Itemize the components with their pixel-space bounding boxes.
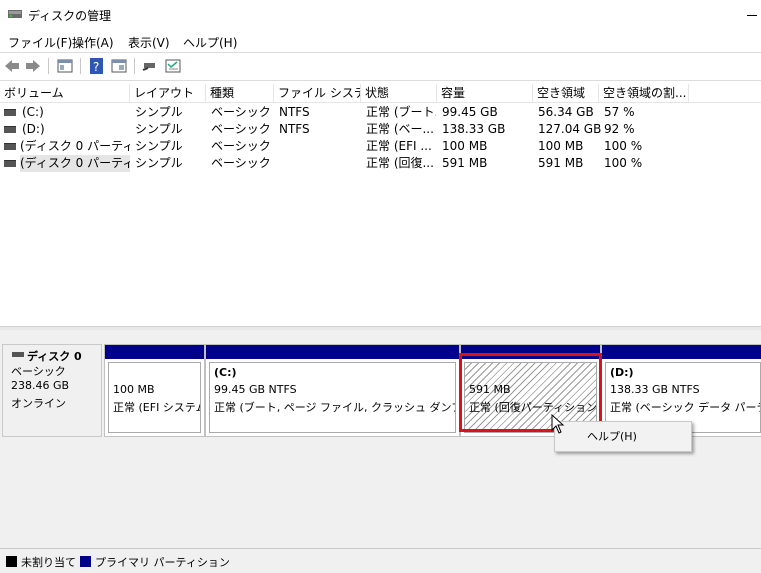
table-row[interactable]: (C:) シンプル ベーシック NTFS 正常 (ブート... 99.45 GB… [0, 104, 761, 121]
col-capacity[interactable]: 容量 [437, 84, 533, 102]
context-menu-help[interactable]: ヘルプ(H) [587, 428, 637, 444]
list-header: ボリューム レイアウト 種類 ファイル システム 状態 容量 空き領域 空き領域… [0, 84, 761, 103]
legend-unallocated: 未割り当て [21, 556, 76, 569]
legend-primary: プライマリ パーティション [95, 556, 230, 569]
disk-size: 238.46 GB [11, 379, 70, 392]
disk-name: ディスク 0 [27, 350, 82, 363]
mouse-cursor-icon [551, 414, 565, 434]
primary-swatch [80, 556, 91, 567]
legend-bar: 未割り当て プライマリ パーティション [0, 548, 761, 573]
menu-bar: ファイル(F) 操作(A) 表示(V) ヘルプ(H) [0, 30, 761, 53]
context-menu: ヘルプ(H) [554, 421, 692, 452]
col-free[interactable]: 空き領域 [533, 84, 599, 102]
disk-status: オンライン [11, 397, 66, 410]
col-layout[interactable]: レイアウト [130, 84, 206, 102]
menu-view[interactable]: 表示(V) [128, 34, 170, 51]
minimize-button[interactable] [744, 6, 761, 24]
toolbar: ? [0, 53, 761, 81]
menu-action[interactable]: 操作(A) [72, 34, 114, 51]
disk-management-app-icon [8, 10, 22, 18]
title-bar: ディスクの管理 [0, 0, 761, 30]
forward-icon[interactable] [24, 57, 42, 75]
properties-icon[interactable] [56, 57, 74, 75]
table-row[interactable]: (ディスク 0 パーティシ... シンプル ベーシック 正常 (EFI ... … [0, 138, 761, 155]
disk-type: ベーシック [11, 365, 66, 378]
settings-icon[interactable] [164, 57, 182, 75]
drive-icon [4, 126, 16, 133]
disk-icon [12, 352, 24, 357]
window-title: ディスクの管理 [28, 9, 112, 23]
back-icon[interactable] [3, 57, 21, 75]
drive-icon [4, 160, 16, 167]
connect-icon[interactable] [141, 57, 159, 75]
disk-0-label[interactable]: ディスク 0 ベーシック 238.46 GB オンライン [2, 344, 102, 437]
menu-file[interactable]: ファイル(F) [8, 34, 72, 51]
help-icon[interactable]: ? [88, 57, 106, 75]
col-volume[interactable]: ボリューム [0, 84, 130, 102]
partition-c[interactable]: (C:) 99.45 GB NTFS 正常 (ブート, ページ ファイル, クラ… [205, 344, 460, 437]
table-row[interactable]: (D:) シンプル ベーシック NTFS 正常 (ベー... 138.33 GB… [0, 121, 761, 138]
volume-list: ボリューム レイアウト 種類 ファイル システム 状態 容量 空き領域 空き領域… [0, 84, 761, 326]
col-type[interactable]: 種類 [206, 84, 274, 102]
col-status[interactable]: 状態 [361, 84, 437, 102]
col-filesystem[interactable]: ファイル システム [274, 84, 361, 102]
menu-help[interactable]: ヘルプ(H) [183, 34, 237, 51]
drive-icon [4, 143, 16, 150]
partition-efi[interactable]: 100 MB 正常 (EFI システム [104, 344, 205, 437]
drive-icon [4, 109, 16, 116]
view-icon[interactable] [110, 57, 128, 75]
unallocated-swatch [6, 556, 17, 567]
svg-text:?: ? [93, 60, 99, 74]
table-row[interactable]: (ディスク 0 パーティシ... シンプル ベーシック 正常 (回復... 59… [0, 155, 761, 172]
col-free-percent[interactable]: 空き領域の割... [599, 84, 689, 102]
